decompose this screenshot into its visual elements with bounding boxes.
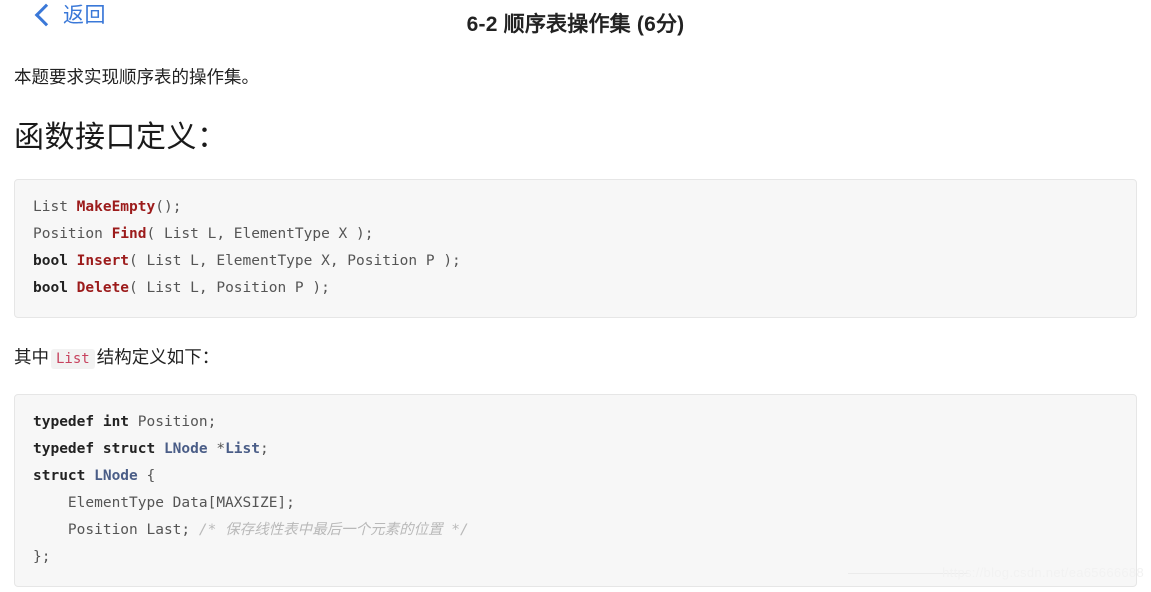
top-bar: 返回 6-2 顺序表操作集 (6分) — [0, 0, 1151, 46]
code-line: typedef int Position; — [33, 409, 1118, 436]
code-token: ElementType Data[MAXSIZE]; — [33, 495, 295, 512]
code-token: bool — [33, 280, 77, 297]
code-token: Position Last; — [33, 522, 199, 539]
code-line: bool Insert( List L, ElementType X, Posi… — [33, 248, 1118, 275]
code-token: typedef struct — [33, 441, 164, 458]
section-heading-interface: 函数接口定义： — [14, 121, 228, 155]
code-line: typedef struct LNode *List; — [33, 436, 1118, 463]
inline-code-list: List — [51, 349, 95, 370]
code-token: * — [207, 441, 226, 458]
code-line: Position Last; /* 保存线性表中最后一个元素的位置 */ — [33, 517, 1118, 544]
code-token: LNode — [94, 468, 138, 485]
code-token: ( List L, Position P ); — [129, 280, 330, 297]
code-token: Insert — [76, 253, 130, 270]
code-block-interface: List MakeEmpty(); Position Find( List L, … — [14, 179, 1137, 319]
code-line: bool Delete( List L, Position P ); — [33, 275, 1118, 302]
struct-intro-before: 其中 — [14, 347, 49, 368]
struct-intro-paragraph: 其中 List 结构定义如下： — [14, 343, 1137, 371]
code-token: ; — [260, 441, 269, 458]
code-token: MakeEmpty — [76, 199, 156, 216]
code-token: List — [33, 199, 77, 216]
code-token: { — [137, 468, 156, 485]
code-token: typedef int — [33, 414, 138, 431]
code-token: /* 保存线性表中最后一个元素的位置 */ — [198, 522, 469, 539]
code-token: (); — [155, 199, 182, 216]
problem-description: 本题要求实现顺序表的操作集。 — [14, 67, 259, 87]
code-token: Find — [111, 226, 147, 243]
code-token: ( List L, ElementType X, Position P ); — [129, 253, 461, 270]
code-token: ( List L, ElementType X ); — [146, 226, 374, 243]
watermark: https://blog.csdn.net/ea65666688 — [942, 565, 1144, 580]
page-title: 6-2 顺序表操作集 (6分) — [466, 13, 685, 36]
code-token: bool — [33, 253, 77, 270]
code-line: struct LNode { — [33, 463, 1118, 490]
code-token: }; — [33, 549, 51, 566]
code-line: List MakeEmpty(); — [33, 194, 1118, 221]
code-line: ElementType Data[MAXSIZE]; — [33, 490, 1118, 517]
code-token: LNode — [163, 441, 208, 458]
code-token: List — [225, 441, 260, 458]
problem-content: 本题要求实现顺序表的操作集。 函数接口定义： List MakeEmpty();… — [0, 64, 1151, 588]
code-token: Delete — [76, 280, 130, 297]
code-token: Position; — [137, 414, 217, 431]
struct-intro-after: 结构定义如下： — [96, 347, 220, 368]
code-token: struct — [33, 468, 95, 485]
code-line: Position Find( List L, ElementType X ); — [33, 221, 1118, 248]
code-block-struct: typedef int Position; typedef struct LNod… — [14, 394, 1137, 588]
code-token: Position — [33, 226, 112, 243]
